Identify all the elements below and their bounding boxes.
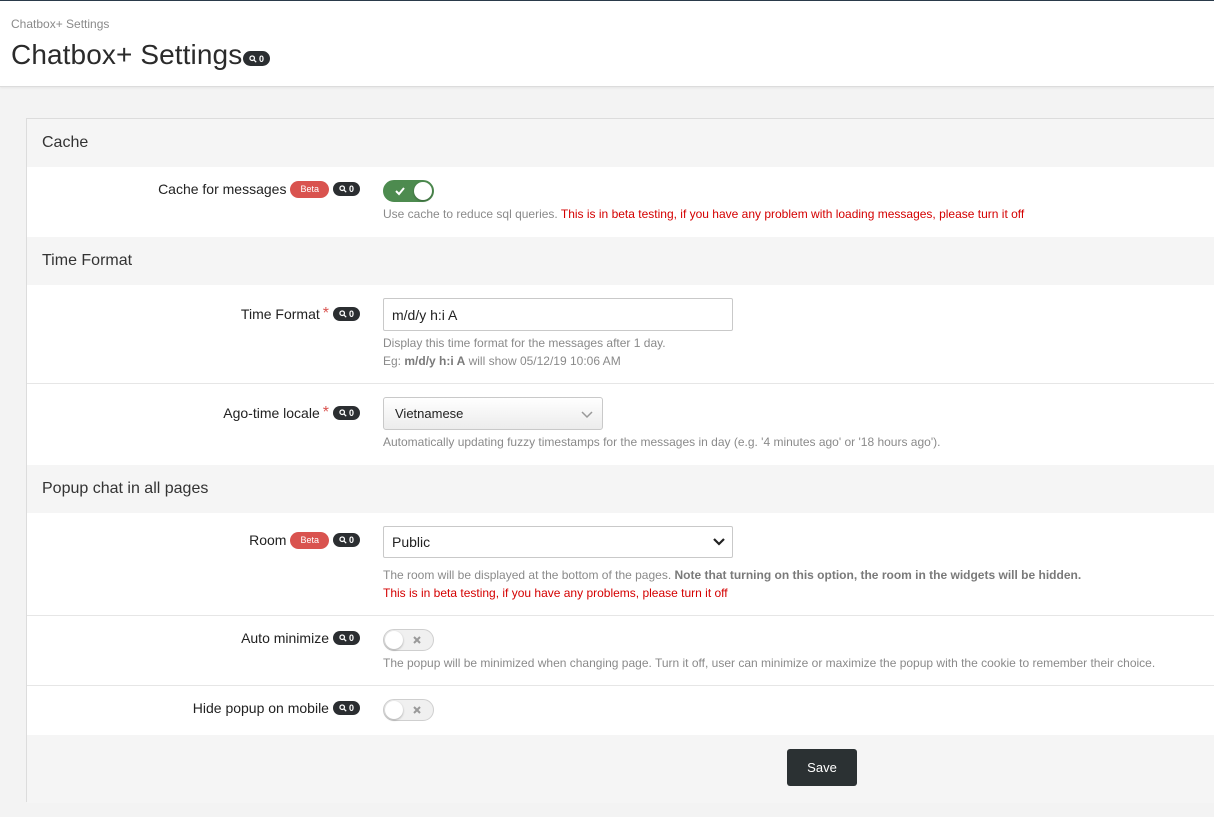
search-icon — [249, 54, 257, 63]
toggle-knob — [385, 631, 403, 649]
badge-count-text: 0 — [348, 309, 354, 319]
section-header-time-format: Time Format — [27, 237, 1214, 285]
help-eg-format: m/d/y h:i A — [404, 354, 466, 368]
search-badge[interactable]: 0 — [332, 533, 360, 547]
chevron-down-icon — [713, 538, 725, 546]
auto-minimize-label-group: Auto minimize 0 — [27, 628, 360, 648]
section-title: Popup chat in all pages — [42, 480, 209, 497]
auto-minimize-toggle[interactable] — [383, 629, 434, 651]
section-header-popup: Popup chat in all pages — [27, 465, 1214, 513]
hide-mobile-toggle[interactable] — [383, 699, 434, 721]
auto-minimize-help: The popup will be minimized when changin… — [383, 656, 1156, 670]
search-icon — [339, 185, 347, 193]
badge-count-text: 0 — [348, 408, 354, 418]
selected-value: Public — [392, 534, 431, 550]
search-icon — [339, 634, 347, 642]
cache-messages-toggle[interactable] — [383, 180, 434, 202]
time-format-input[interactable] — [383, 298, 733, 331]
selected-value: Vietnamese — [395, 406, 464, 421]
page-header: Chatbox+ Settings Chatbox+ Settings 0 — [0, 1, 1214, 87]
badge-count-text: 0 — [348, 535, 354, 545]
badge-count-text: 0 — [259, 53, 265, 64]
room-beta-warning: This is in beta testing, if you have any… — [383, 586, 728, 600]
beta-badge: Beta — [290, 180, 329, 198]
field-label: Cache for messages — [158, 181, 287, 197]
row-divider — [27, 615, 1214, 616]
field-label: Ago-time locale — [223, 405, 320, 421]
chevron-down-icon — [581, 411, 593, 419]
search-badge[interactable]: 0 — [332, 406, 360, 420]
search-badge[interactable]: 0 — [332, 631, 360, 645]
help-text: Use cache to reduce sql queries. — [383, 207, 558, 221]
row-divider — [27, 685, 1214, 686]
form-footer — [27, 735, 1214, 803]
room-select[interactable]: Public — [383, 526, 733, 558]
x-icon — [413, 636, 421, 644]
badge-count-text: 0 — [348, 703, 354, 713]
field-label: Auto minimize — [241, 630, 329, 646]
time-format-help-line1: Display this time format for the message… — [383, 336, 666, 350]
search-icon — [339, 704, 347, 712]
row-divider — [27, 383, 1214, 384]
time-format-help-example: Eg: m/d/y h:i A will show 05/12/19 10:06… — [383, 354, 621, 368]
cache-messages-label-group: Cache for messages Beta 0 — [27, 179, 360, 199]
beta-warning-text: This is in beta testing, if you have any… — [560, 207, 1025, 221]
check-icon — [395, 187, 405, 196]
x-icon — [413, 706, 421, 714]
page-title: Chatbox+ Settings — [11, 39, 243, 70]
help-bold-note: Note that turning on this option, the ro… — [674, 568, 1082, 582]
ago-locale-select[interactable]: Vietnamese — [383, 397, 603, 430]
room-label-group: Room Beta 0 — [27, 530, 360, 550]
cache-messages-help: Use cache to reduce sql queries. This is… — [383, 207, 1024, 221]
search-badge[interactable]: 0 — [332, 182, 360, 196]
field-label: Room — [249, 532, 287, 548]
search-icon — [339, 536, 347, 544]
beta-badge: Beta — [290, 531, 329, 549]
field-label: Time Format — [240, 306, 320, 322]
required-marker: * — [322, 404, 329, 421]
help-text: The room will be displayed at the bottom… — [383, 568, 672, 582]
time-format-label-group: Time Format * 0 — [27, 304, 360, 324]
search-icon — [339, 310, 347, 318]
settings-panel: Cache Cache for messages Beta 0 Use cach… — [26, 118, 1214, 803]
ago-locale-label-group: Ago-time locale * 0 — [27, 403, 360, 423]
help-eg-label: Eg: — [383, 354, 402, 368]
breadcrumb[interactable]: Chatbox+ Settings — [11, 17, 109, 31]
ago-locale-help: Automatically updating fuzzy timestamps … — [383, 435, 941, 449]
toggle-knob — [414, 182, 432, 200]
save-button[interactable]: Save — [787, 749, 857, 786]
help-eg-result: will show 05/12/19 10:06 AM — [468, 354, 621, 368]
search-badge[interactable]: 0 — [332, 307, 360, 321]
search-badge[interactable]: 0 — [332, 701, 360, 715]
badge-count-text: 0 — [348, 633, 354, 643]
section-title: Time Format — [42, 252, 133, 269]
required-marker: * — [322, 305, 329, 322]
search-icon — [339, 409, 347, 417]
field-label: Hide popup on mobile — [192, 700, 329, 716]
badge-count-text: 0 — [348, 184, 354, 194]
toggle-knob — [385, 701, 403, 719]
hide-mobile-label-group: Hide popup on mobile 0 — [27, 698, 360, 718]
section-title: Cache — [42, 134, 89, 151]
title-search-badge[interactable]: 0 — [243, 51, 271, 66]
room-help: The room will be displayed at the bottom… — [383, 568, 1081, 582]
section-header-cache: Cache — [27, 119, 1214, 167]
